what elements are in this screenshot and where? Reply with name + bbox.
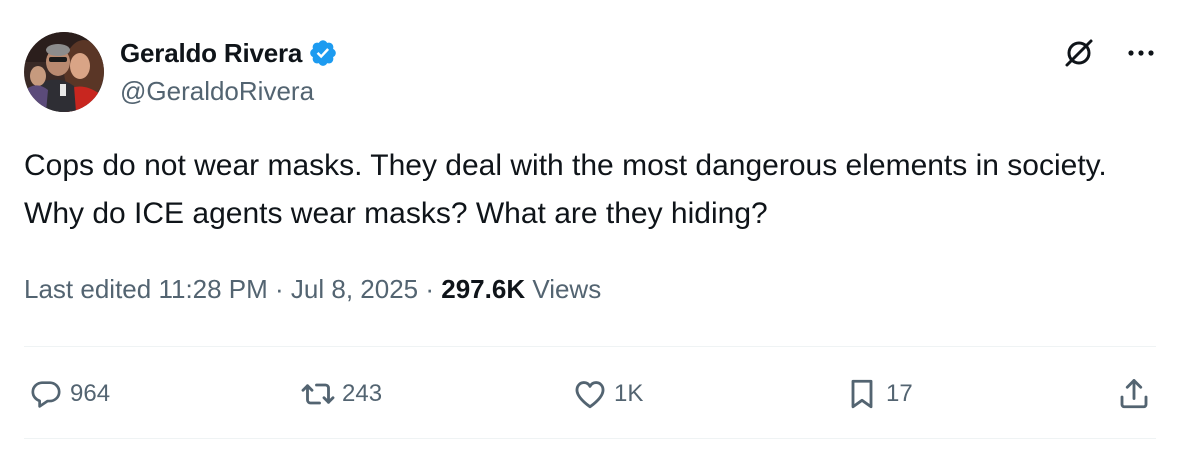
top-actions xyxy=(1062,36,1158,70)
reply-icon xyxy=(24,372,68,416)
heart-icon xyxy=(568,372,612,416)
share-icon xyxy=(1112,372,1156,416)
bookmark-count: 17 xyxy=(886,380,913,407)
divider-bottom xyxy=(24,438,1156,439)
tweet-date[interactable]: Jul 8, 2025 xyxy=(291,274,418,304)
views-label: Views xyxy=(532,274,602,304)
grok-icon[interactable] xyxy=(1062,36,1096,70)
tweet-text: Cops do not wear masks. They deal with t… xyxy=(24,149,1107,230)
repost-count: 243 xyxy=(342,380,383,407)
name-row: Geraldo Rivera xyxy=(120,36,338,70)
avatar-image xyxy=(24,32,104,112)
share-button[interactable] xyxy=(1112,372,1156,416)
edited-label[interactable]: Last edited xyxy=(24,274,151,304)
reply-button[interactable]: 964 xyxy=(24,372,124,416)
bookmark-button[interactable]: 17 xyxy=(840,372,940,416)
bookmark-icon xyxy=(840,372,884,416)
like-button[interactable]: 1K xyxy=(568,372,668,416)
like-count: 1K xyxy=(614,380,644,407)
handle[interactable]: @GeraldoRivera xyxy=(120,76,338,107)
reply-count: 964 xyxy=(70,380,111,407)
meta-separator-2: · xyxy=(418,274,442,304)
verified-badge-icon[interactable] xyxy=(308,38,338,68)
repost-button[interactable]: 243 xyxy=(296,372,396,416)
display-name[interactable]: Geraldo Rivera xyxy=(120,38,302,69)
more-icon[interactable] xyxy=(1124,36,1158,70)
repost-icon xyxy=(296,372,340,416)
meta-separator: · xyxy=(267,274,291,304)
avatar[interactable] xyxy=(24,32,104,112)
tweet-time[interactable]: 11:28 PM xyxy=(158,274,267,304)
tweet-meta: Last edited 11:28 PM · Jul 8, 2025 · 297… xyxy=(24,274,601,305)
divider-top xyxy=(24,346,1156,347)
author-block: Geraldo Rivera @GeraldoRivera xyxy=(120,36,338,107)
action-bar: 964 243 1K 17 xyxy=(24,366,1156,422)
views-count: 297.6K xyxy=(441,274,526,304)
